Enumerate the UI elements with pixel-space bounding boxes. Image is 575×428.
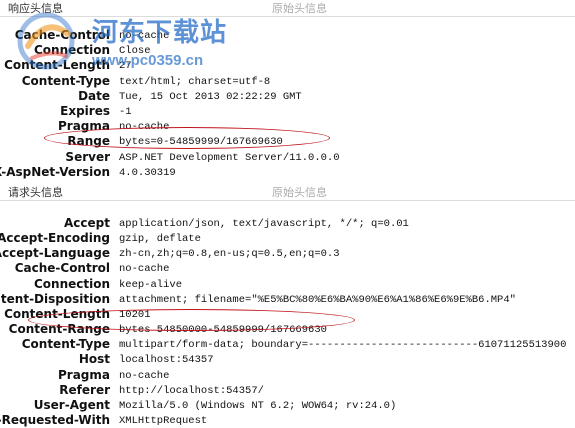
header-name: Host xyxy=(78,352,110,367)
header-value: Close xyxy=(119,45,151,58)
header-name: Content-Length xyxy=(4,58,110,73)
header-name: Connection xyxy=(33,43,110,58)
header-name: Date xyxy=(78,88,110,103)
response-header-row: Connection Close xyxy=(0,43,575,58)
header-name: X-AspNet-Version xyxy=(0,164,110,179)
response-header-row: Date Tue, 15 Oct 2013 02:22:29 GMT xyxy=(0,89,575,104)
request-header-row: Host localhost:54357 xyxy=(0,352,575,367)
header-name: Content-Type xyxy=(21,337,110,352)
header-value: gzip, deflate xyxy=(119,233,201,246)
header-name: Content-Disposition xyxy=(0,291,110,306)
header-name: Content-Type xyxy=(21,73,110,88)
header-name: Referer xyxy=(59,382,110,397)
header-name: Cache-Control xyxy=(14,28,110,42)
header-value: no-cache xyxy=(119,30,170,42)
response-headers-header: 响应头信息 原始头信息 xyxy=(0,2,575,17)
header-value: zh-cn,zh;q=0.8,en-us;q=0.5,en;q=0.3 xyxy=(119,248,340,261)
request-header-row: User-Agent Mozilla/5.0 (Windows NT 6.2; W… xyxy=(0,398,575,413)
request-header-row: Accept-Encoding gzip, deflate xyxy=(0,231,575,246)
header-name: Expires xyxy=(60,104,110,118)
request-header-row: Content-Type multipart/form-data; boundar… xyxy=(0,337,575,352)
response-header-row: Expires -1 xyxy=(0,104,575,119)
request-header-row: X-Requested-With XMLHttpRequest xyxy=(0,413,575,428)
header-value: 4.0.30319 xyxy=(119,166,176,179)
header-name: Server xyxy=(65,149,110,164)
content-range-highlight-oval xyxy=(28,309,355,331)
header-value: multipart/form-data; boundary=----------… xyxy=(119,339,567,352)
request-raw-headers-link[interactable]: 原始头信息 xyxy=(272,186,327,200)
header-value: ASP.NET Development Server/11.0.0.0 xyxy=(119,151,340,164)
request-header-row: Accept-Language zh-cn,zh;q=0.8,en-us;q=0.… xyxy=(0,246,575,261)
request-header-row: Accept application/json, text/javascript,… xyxy=(0,216,575,231)
response-headers-title: 响应头信息 xyxy=(8,3,63,15)
request-header-row: Cache-Control no-cache xyxy=(0,261,575,276)
request-headers-title: 请求头信息 xyxy=(8,187,63,199)
header-value: application/json, text/javascript, */*; … xyxy=(119,218,409,230)
response-headers-section: 响应头信息 原始头信息 Cache-Control no-cache Connect… xyxy=(0,2,575,179)
header-value: localhost:54357 xyxy=(119,354,214,367)
header-name: Cache-Control xyxy=(14,261,110,276)
header-value: 27 xyxy=(119,60,132,73)
response-header-row: Content-Type text/html; charset=utf-8 xyxy=(0,74,575,89)
header-value: http://localhost:54357/ xyxy=(119,384,264,397)
header-name: Pragma xyxy=(57,367,110,382)
response-header-row: X-AspNet-Version 4.0.30319 xyxy=(0,165,575,180)
header-value: attachment; filename="%E5%BC%80%E6%BA%90… xyxy=(119,293,516,306)
header-value: XMLHttpRequest xyxy=(119,414,208,427)
header-name: X-Requested-With xyxy=(0,412,110,427)
header-name: Accept xyxy=(64,216,110,230)
request-headers-header: 请求头信息 原始头信息 xyxy=(0,186,575,201)
header-name: User-Agent xyxy=(33,397,110,412)
header-name: Accept-Language xyxy=(0,246,110,261)
header-value: Mozilla/5.0 (Windows NT 6.2; WOW64; rv:2… xyxy=(119,399,397,412)
header-value: text/html; charset=utf-8 xyxy=(119,75,271,88)
response-header-row: Content-Length 27 xyxy=(0,58,575,73)
range-highlight-oval xyxy=(44,127,330,149)
header-value: no-cache xyxy=(119,263,170,276)
header-value: no-cache xyxy=(119,369,170,382)
request-header-row: Connection keep-alive xyxy=(0,277,575,292)
response-header-row: Cache-Control no-cache xyxy=(0,28,575,43)
header-value: Tue, 15 Oct 2013 02:22:29 GMT xyxy=(119,90,302,103)
request-headers-section: 请求头信息 原始头信息 Accept application/json, text… xyxy=(0,186,575,427)
header-value: -1 xyxy=(119,106,132,118)
header-name: Accept-Encoding xyxy=(0,231,110,246)
request-header-row: Content-Disposition attachment; filename=… xyxy=(0,292,575,307)
header-value: keep-alive xyxy=(119,278,183,291)
response-header-row: Server ASP.NET Development Server/11.0.0.… xyxy=(0,150,575,165)
request-header-row: Pragma no-cache xyxy=(0,368,575,383)
response-raw-headers-link[interactable]: 原始头信息 xyxy=(272,2,327,16)
header-name: Connection xyxy=(33,276,110,291)
request-header-row: Referer http://localhost:54357/ xyxy=(0,383,575,398)
